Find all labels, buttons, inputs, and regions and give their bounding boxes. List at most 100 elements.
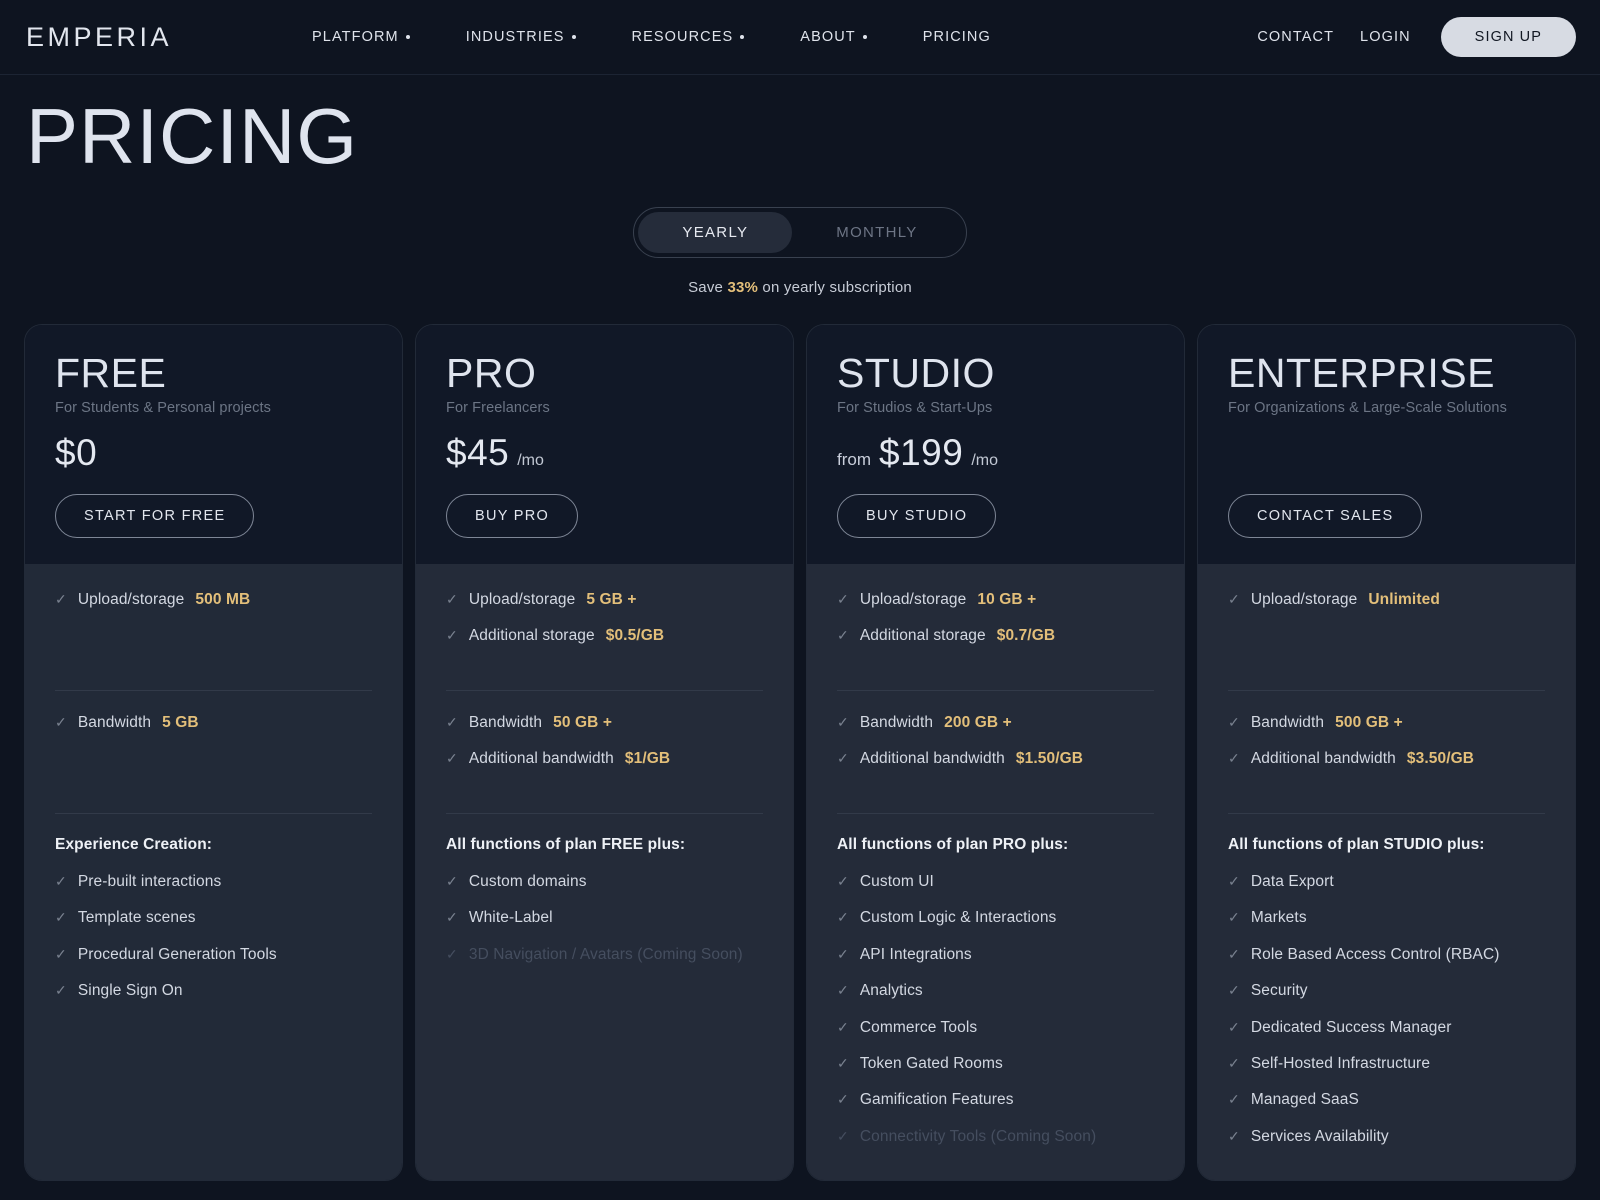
sign-up-button[interactable]: SIGN UP: [1440, 17, 1576, 57]
feature-list: ✓ Custom UI ✓ Custom Logic & Interactions ✓ A…: [837, 872, 1154, 1146]
check-icon: ✓: [446, 627, 458, 644]
divider: [1228, 813, 1545, 815]
feature-label: Token Gated Rooms: [859, 1054, 1003, 1072]
feature-item: ✓ Connectivity Tools (Coming Soon): [837, 1127, 1154, 1146]
feature-item: ✓ Data Export: [1228, 872, 1545, 891]
feature-label: Role Based Access Control (RBAC): [1250, 945, 1500, 963]
savings-percent: 33%: [727, 279, 759, 296]
features-section-heading: Experience Creation:: [55, 836, 213, 854]
check-icon: ✓: [55, 945, 67, 962]
check-icon: ✓: [446, 591, 458, 608]
features-section-heading: All functions of plan FREE plus:: [446, 836, 686, 854]
pricing-card-enterprise: ENTERPRISE For Organizations & Large-Scal…: [1197, 324, 1576, 1182]
nav-item-about[interactable]: ABOUT: [800, 29, 867, 45]
nav-item-pricing-label: PRICING: [922, 29, 991, 45]
storage-value: 10 GB +: [977, 591, 1037, 609]
bandwidth-item: ✓ Additional bandwidth $3.50/GB: [1228, 749, 1545, 768]
divider: [446, 690, 763, 692]
divider: [55, 690, 372, 692]
feature-item: ✓ White-Label: [446, 908, 763, 927]
storage-label: Upload/storage: [1250, 591, 1358, 609]
plan-header-pro: PRO For Freelancers $45/mo BUY PRO: [416, 325, 793, 565]
bandwidth-label: Bandwidth: [859, 714, 934, 732]
feature-list: ✓ Custom domains ✓ White-Label ✓ 3D Navigatio…: [446, 872, 763, 964]
feature-list: ✓ Pre-built interactions ✓ Template scenes ✓…: [55, 872, 372, 1001]
feature-item: ✓ Token Gated Rooms: [837, 1054, 1154, 1073]
check-icon: ✓: [837, 1054, 849, 1071]
feature-item: ✓ Managed SaaS: [1228, 1090, 1545, 1109]
check-icon: ✓: [55, 982, 67, 999]
brand-logo[interactable]: EMPERIA: [26, 22, 172, 53]
bandwidth-value: $3.50/GB: [1406, 750, 1475, 768]
storage-item: ✓ Additional storage $0.7/GB: [837, 626, 1154, 645]
feature-label: Connectivity Tools (Coming Soon): [859, 1127, 1097, 1145]
check-icon: ✓: [837, 909, 849, 926]
plan-cta-enterprise[interactable]: CONTACT SALES: [1228, 494, 1423, 539]
plan-features-free: ✓ Upload/storage 500 MB ✓ Bandwidth 5 GB Exp…: [25, 564, 402, 1181]
chevron-down-icon: [405, 35, 410, 39]
bandwidth-label: Bandwidth: [468, 714, 543, 732]
bandwidth-label: Additional bandwidth: [1250, 750, 1396, 768]
feature-label: Template scenes: [77, 909, 196, 927]
check-icon: ✓: [55, 714, 67, 731]
plan-features-studio: ✓ Upload/storage 10 GB + ✓ Additional stora…: [807, 564, 1184, 1181]
check-icon: ✓: [837, 982, 849, 999]
savings-prefix: Save: [688, 279, 728, 296]
bandwidth-item: ✓ Bandwidth 50 GB +: [446, 713, 763, 732]
plan-features-enterprise: ✓ Upload/storage Unlimited ✓ Bandwidth 500 …: [1198, 564, 1575, 1181]
plan-cta-free[interactable]: START FOR FREE: [55, 494, 255, 539]
check-icon: ✓: [1228, 714, 1240, 731]
divider: [55, 813, 372, 815]
plan-cta-studio[interactable]: BUY STUDIO: [837, 494, 997, 539]
features-section-heading: All functions of plan PRO plus:: [837, 836, 1069, 854]
check-icon: ✓: [837, 1018, 849, 1035]
check-icon: ✓: [837, 591, 849, 608]
storage-value: 5 GB +: [586, 591, 637, 609]
check-icon: ✓: [1228, 1054, 1240, 1071]
feature-item: ✓ Custom domains: [446, 872, 763, 891]
check-icon: ✓: [837, 627, 849, 644]
plan-subtitle: For Studios & Start-Ups: [837, 400, 993, 417]
plan-header-studio: STUDIO For Studios & Start-Ups from $199/mo…: [807, 325, 1184, 565]
storage-label: Additional storage: [468, 627, 595, 645]
feature-item: ✓ Template scenes: [55, 908, 372, 927]
bandwidth-item: ✓ Bandwidth 5 GB: [55, 713, 372, 732]
storage-quota-group: ✓ Upload/storage 10 GB + ✓ Additional stora…: [837, 590, 1154, 670]
nav-item-industries[interactable]: INDUSTRIES: [466, 29, 576, 45]
nav-item-resources-label: RESOURCES: [631, 29, 734, 45]
feature-item: ✓ Analytics: [837, 981, 1154, 1000]
plan-subtitle: For Organizations & Large-Scale Solution…: [1228, 400, 1507, 417]
storage-value: $0.7/GB: [996, 627, 1056, 645]
feature-item: ✓ Security: [1228, 981, 1545, 1000]
plan-cta-pro[interactable]: BUY PRO: [446, 494, 579, 539]
feature-item: ✓ Gamification Features: [837, 1090, 1154, 1109]
feature-label: Single Sign On: [77, 982, 183, 1000]
price-prefix: from: [837, 450, 871, 470]
nav-actions: CONTACT LOGIN SIGN UP: [1257, 17, 1576, 57]
bandwidth-value: $1/GB: [624, 750, 671, 768]
hero-section: PRICING: [0, 75, 1600, 175]
feature-label: Custom Logic & Interactions: [859, 909, 1057, 927]
feature-item: ✓ Self-Hosted Infrastructure: [1228, 1054, 1545, 1073]
feature-item: ✓ Services Availability: [1228, 1127, 1545, 1146]
storage-value: 500 MB: [195, 591, 251, 609]
storage-quota-group: ✓ Upload/storage Unlimited: [1228, 590, 1545, 670]
pricing-card-pro: PRO For Freelancers $45/mo BUY PRO ✓ Upload/s…: [415, 324, 794, 1182]
divider: [1228, 690, 1545, 692]
bandwidth-label: Additional bandwidth: [468, 750, 614, 768]
plan-subtitle: For Students & Personal projects: [55, 400, 271, 417]
check-icon: ✓: [837, 873, 849, 890]
billing-option-yearly[interactable]: YEARLY: [638, 212, 793, 253]
nav-item-resources[interactable]: RESOURCES: [632, 29, 745, 45]
storage-quota-group: ✓ Upload/storage 500 MB: [55, 590, 372, 670]
price-amount: $0: [55, 432, 98, 474]
nav-item-contact[interactable]: CONTACT: [1257, 29, 1334, 45]
storage-label: Upload/storage: [468, 591, 576, 609]
nav-item-login[interactable]: LOGIN: [1360, 29, 1411, 45]
billing-option-monthly[interactable]: MONTHLY: [792, 212, 961, 253]
billing-period-toggle[interactable]: YEARLY MONTHLY: [633, 207, 967, 258]
nav-item-platform[interactable]: PLATFORM: [312, 29, 410, 45]
nav-item-pricing[interactable]: PRICING: [923, 29, 991, 45]
bandwidth-item: ✓ Bandwidth 500 GB +: [1228, 713, 1545, 732]
check-icon: ✓: [837, 945, 849, 962]
